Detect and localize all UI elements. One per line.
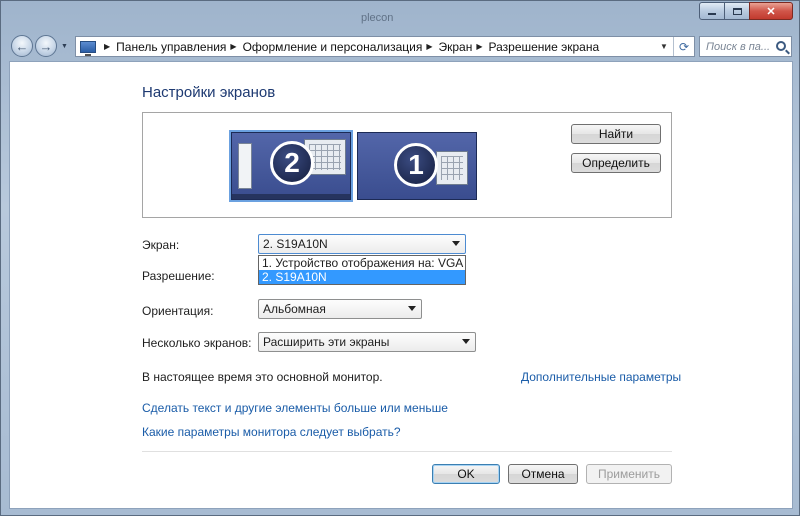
orientation-select-value: Альбомная (263, 302, 326, 316)
chevron-right-icon[interactable]: ▶ (476, 42, 482, 51)
multiple-displays-label: Несколько экранов: (142, 336, 252, 350)
resolution-label: Разрешение: (142, 269, 215, 283)
close-icon: ✕ (766, 5, 776, 18)
ok-button[interactable]: OK (432, 464, 500, 484)
address-bar[interactable]: ▶ Панель управления ▶ Оформление и персо… (75, 36, 695, 57)
breadcrumb-display[interactable]: Экран (438, 40, 472, 54)
display-label: Экран: (142, 238, 180, 252)
breadcrumb-appearance[interactable]: Оформление и персонализация (243, 40, 423, 54)
content-area: Настройки экранов 2 1 Найти Определить Э… (9, 61, 793, 509)
back-button[interactable]: ← (11, 35, 33, 57)
search-placeholder: Поиск в па... (706, 40, 771, 53)
monitor-number-badge: 2 (270, 141, 314, 185)
divider (142, 451, 672, 452)
orientation-select[interactable]: Альбомная (258, 299, 422, 319)
window-controls: ✕ (699, 2, 793, 20)
breadcrumb: ▶ Панель управления ▶ Оформление и персо… (100, 40, 599, 54)
page-title: Настройки экранов (142, 84, 276, 101)
chevron-right-icon[interactable]: ▶ (230, 42, 236, 51)
arrow-right-icon: → (39, 38, 53, 54)
control-panel-icon (80, 40, 96, 56)
minimize-button[interactable] (699, 2, 725, 20)
display-select-value: 2. S19A10N (263, 237, 328, 251)
monitor-settings-help-link[interactable]: Какие параметры монитора следует выбрать… (142, 425, 401, 439)
monitor-thumbnail-sidebar (238, 143, 252, 189)
monitor-arrangement-panel: 2 1 Найти Определить (142, 112, 672, 218)
orientation-label: Ориентация: (142, 304, 214, 318)
search-input[interactable]: Поиск в па... (699, 36, 792, 57)
breadcrumb-control-panel[interactable]: Панель управления (116, 40, 226, 54)
multiple-displays-select-value: Расширить эти экраны (263, 335, 390, 349)
monitor-number-badge: 1 (394, 143, 438, 187)
refresh-icon[interactable]: ⟳ (673, 37, 694, 56)
text-size-link[interactable]: Сделать текст и другие элементы больше и… (142, 401, 448, 415)
monitor-1[interactable]: 1 (357, 132, 477, 200)
recent-pages-dropdown-icon[interactable]: ▼ (61, 43, 68, 50)
minimize-icon (708, 12, 716, 15)
navigation-bar: ← → ▼ ▶ Панель управления ▶ Оформление и… (9, 33, 793, 59)
monitor-2[interactable]: 2 (229, 130, 353, 202)
forward-button[interactable]: → (35, 35, 57, 57)
arrow-left-icon: ← (15, 38, 29, 54)
window: plecon ✕ ← → ▼ ▶ Панель управления ▶ Офо… (0, 0, 800, 516)
cancel-button[interactable]: Отмена (508, 464, 578, 484)
window-title: plecon (361, 12, 394, 24)
display-dropdown-list: 1. Устройство отображения на: VGA 2. S19… (258, 255, 466, 285)
maximize-button[interactable] (724, 2, 750, 20)
multiple-displays-select[interactable]: Расширить эти экраны (258, 332, 476, 352)
find-button[interactable]: Найти (571, 124, 661, 144)
breadcrumb-screen-resolution[interactable]: Разрешение экрана (489, 40, 600, 54)
chevron-right-icon[interactable]: ▶ (104, 42, 110, 51)
close-button[interactable]: ✕ (749, 2, 793, 20)
list-item[interactable]: 1. Устройство отображения на: VGA (259, 256, 465, 270)
chevron-down-icon (408, 306, 416, 311)
maximize-icon (732, 7, 742, 15)
title-bar[interactable]: plecon ✕ (1, 1, 799, 31)
chevron-right-icon[interactable]: ▶ (426, 42, 432, 51)
monitor-thumbnail-window (436, 151, 468, 185)
apply-button[interactable]: Применить (586, 464, 672, 484)
status-text: В настоящее время это основной монитор. (142, 370, 383, 384)
chevron-down-icon (452, 241, 460, 246)
identify-button[interactable]: Определить (571, 153, 661, 173)
address-dropdown-icon[interactable]: ▼ (656, 37, 672, 56)
advanced-settings-link[interactable]: Дополнительные параметры (521, 370, 681, 384)
search-icon[interactable] (776, 41, 786, 51)
list-item[interactable]: 2. S19A10N (259, 270, 465, 284)
display-select[interactable]: 2. S19A10N (258, 234, 466, 254)
chevron-down-icon (462, 339, 470, 344)
monitor-thumbnail-taskbar (232, 194, 350, 199)
